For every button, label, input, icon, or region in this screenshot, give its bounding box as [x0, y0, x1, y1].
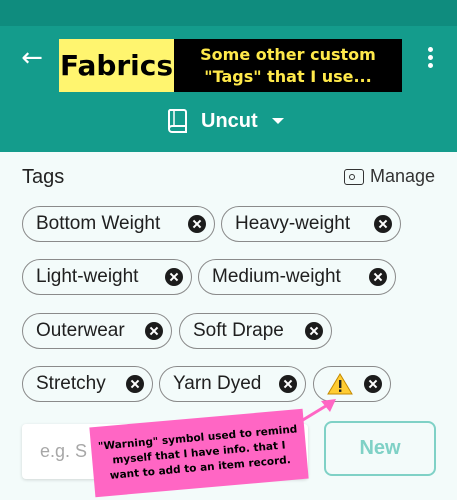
tags-heading: Tags: [22, 166, 65, 188]
tag-chip[interactable]: Bottom Weight: [22, 206, 215, 242]
manage-label: Manage: [370, 166, 436, 186]
tag-chip-label: Heavy-weight: [235, 213, 351, 234]
remove-tag-icon[interactable]: [369, 268, 387, 286]
warning-icon: [327, 373, 353, 395]
chevron-down-icon: [271, 118, 284, 124]
tag-chip-label: Yarn Dyed: [173, 373, 262, 394]
remove-tag-icon[interactable]: [279, 375, 297, 393]
tag-chip[interactable]: Stretchy: [22, 366, 153, 402]
tag-chip[interactable]: Outerwear: [22, 313, 172, 349]
book-icon: [167, 109, 187, 133]
category-label: Uncut: [201, 109, 258, 132]
tag-chip-label: Stretchy: [36, 373, 106, 394]
page-title: Fabrics: [59, 49, 174, 82]
remove-tag-icon[interactable]: [305, 322, 323, 340]
callout-text: "Warning" symbol used to remind myself t…: [97, 422, 298, 482]
tag-chip[interactable]: Soft Drape: [179, 313, 332, 349]
back-arrow-icon[interactable]: ←: [18, 44, 46, 72]
tag-settings-icon: [344, 168, 364, 185]
new-tag-button[interactable]: New: [324, 421, 436, 476]
more-options-icon[interactable]: [418, 44, 442, 74]
warning-callout: "Warning" symbol used to remind myself t…: [89, 408, 309, 498]
tag-chip[interactable]: Yarn Dyed: [159, 366, 306, 402]
tag-chip-label: Outerwear: [36, 320, 125, 341]
remove-tag-icon[interactable]: [364, 375, 382, 393]
manage-button[interactable]: Manage: [344, 166, 435, 187]
remove-tag-icon[interactable]: [374, 215, 392, 233]
tag-chip[interactable]: Heavy-weight: [221, 206, 401, 242]
tag-chip-label: Bottom Weight: [36, 213, 161, 234]
status-bar: [0, 0, 457, 26]
remove-tag-icon[interactable]: [165, 268, 183, 286]
remove-tag-icon[interactable]: [145, 322, 163, 340]
remove-tag-icon[interactable]: [188, 215, 206, 233]
category-selector[interactable]: Uncut: [165, 104, 284, 138]
tag-chip-label: Medium-weight: [212, 266, 341, 287]
page-title-highlight: Fabrics: [59, 39, 174, 92]
tag-chip[interactable]: Light-weight: [22, 259, 192, 295]
tag-chip-label: Soft Drape: [193, 320, 284, 341]
remove-tag-icon[interactable]: [126, 375, 144, 393]
tag-chip-warning[interactable]: [313, 366, 391, 402]
app-bar: ← Fabrics Some other custom "Tags" that …: [0, 0, 457, 152]
tag-chip[interactable]: Medium-weight: [198, 259, 396, 295]
tags-annotation: Some other custom "Tags" that I use...: [174, 39, 402, 92]
tag-chip-label: Light-weight: [36, 266, 139, 287]
